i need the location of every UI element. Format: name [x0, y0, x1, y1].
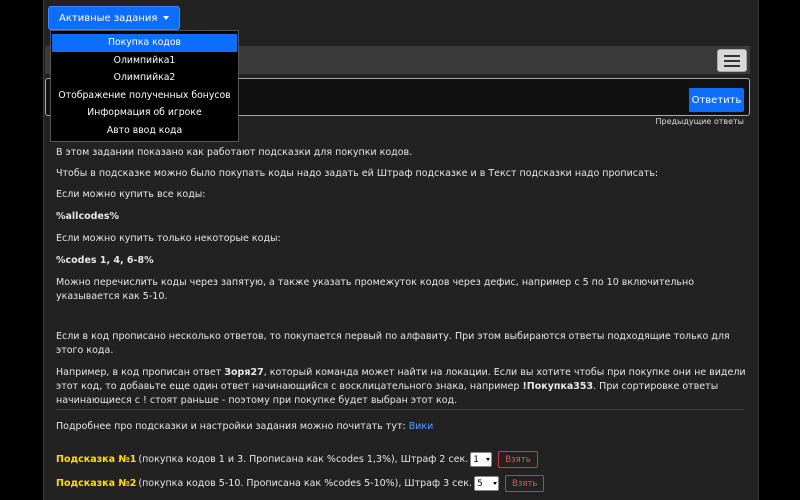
code-example: %allcodes% — [56, 211, 120, 222]
paragraph: Можно перечислить коды через запятую, а … — [56, 277, 695, 302]
select-value: 5 — [477, 478, 483, 489]
paragraph: Если в код прописано несколько ответов, … — [56, 331, 730, 356]
chevron-down-icon — [486, 458, 491, 461]
caret-down-icon — [163, 16, 170, 20]
take-hint-button[interactable]: Взять — [498, 451, 538, 468]
active-tasks-button[interactable]: Активные задания — [48, 6, 181, 30]
hint-desc: (покупка кодов 1 и 3. Прописана как %cod… — [138, 454, 469, 465]
menu-item-olympic2[interactable]: Олимпийка2 — [52, 69, 237, 87]
text: Подробнее про подсказки и настройки зада… — [56, 421, 409, 432]
code-example: %codes 1, 4, 6-8% — [56, 255, 154, 266]
text: !Покупка353 — [522, 381, 594, 392]
hint-row: Подсказка №2 (покупка кодов 5-10. Прописа… — [56, 475, 545, 492]
take-hint-button[interactable]: Взять — [505, 475, 545, 492]
wiki-link[interactable]: Вики — [409, 421, 434, 432]
menu-item-olympic1[interactable]: Олимпийка1 — [52, 52, 237, 70]
answer-input[interactable] — [230, 88, 692, 113]
menu-item-code-purchase[interactable]: Покупка кодов — [52, 34, 237, 52]
submit-answer-button[interactable]: Ответить — [689, 88, 744, 112]
hamburger-menu-icon[interactable] — [717, 49, 747, 72]
text: Например, в код прописан ответ — [56, 367, 225, 378]
hint-quantity-select[interactable]: 1 — [470, 452, 493, 467]
paragraph: Например, в код прописан ответ Зоря27, к… — [56, 366, 746, 408]
text: Зоря27 — [224, 367, 264, 378]
hint-row: Подсказка №1 (покупка кодов 1 и 3. Пропис… — [56, 451, 538, 468]
paragraph: Если можно купить только некоторые коды: — [56, 233, 281, 244]
menu-item-auto-code[interactable]: Авто ввод кода — [52, 122, 237, 140]
menu-item-player-info[interactable]: Информация об игроке — [52, 104, 237, 122]
previous-answers-link[interactable]: Предыдущие ответы — [656, 117, 745, 126]
select-value: 1 — [473, 454, 480, 465]
active-tasks-label: Активные задания — [59, 12, 158, 24]
hint-title: Подсказка №2 — [56, 478, 137, 489]
paragraph: Чтобы в подсказке можно было покупать ко… — [56, 168, 659, 179]
hint-title: Подсказка №1 — [56, 454, 137, 465]
menu-item-bonuses[interactable]: Отображение полученных бонусов — [52, 87, 237, 105]
hint-quantity-select[interactable]: 5 — [474, 476, 500, 491]
hint-desc: (покупка кодов 5-10. Прописана как %code… — [138, 478, 473, 489]
paragraph: В этом задании показано как работают под… — [56, 147, 413, 158]
divider — [56, 409, 744, 410]
chevron-down-icon — [493, 482, 498, 485]
paragraph: Если можно купить все коды: — [56, 189, 206, 200]
more-info-line: Подробнее про подсказки и настройки зада… — [56, 421, 433, 432]
task-content: В этом задании показано как работают под… — [56, 146, 746, 408]
tasks-dropdown-menu: Покупка кодов Олимпийка1 Олимпийка2 Отоб… — [50, 30, 239, 142]
